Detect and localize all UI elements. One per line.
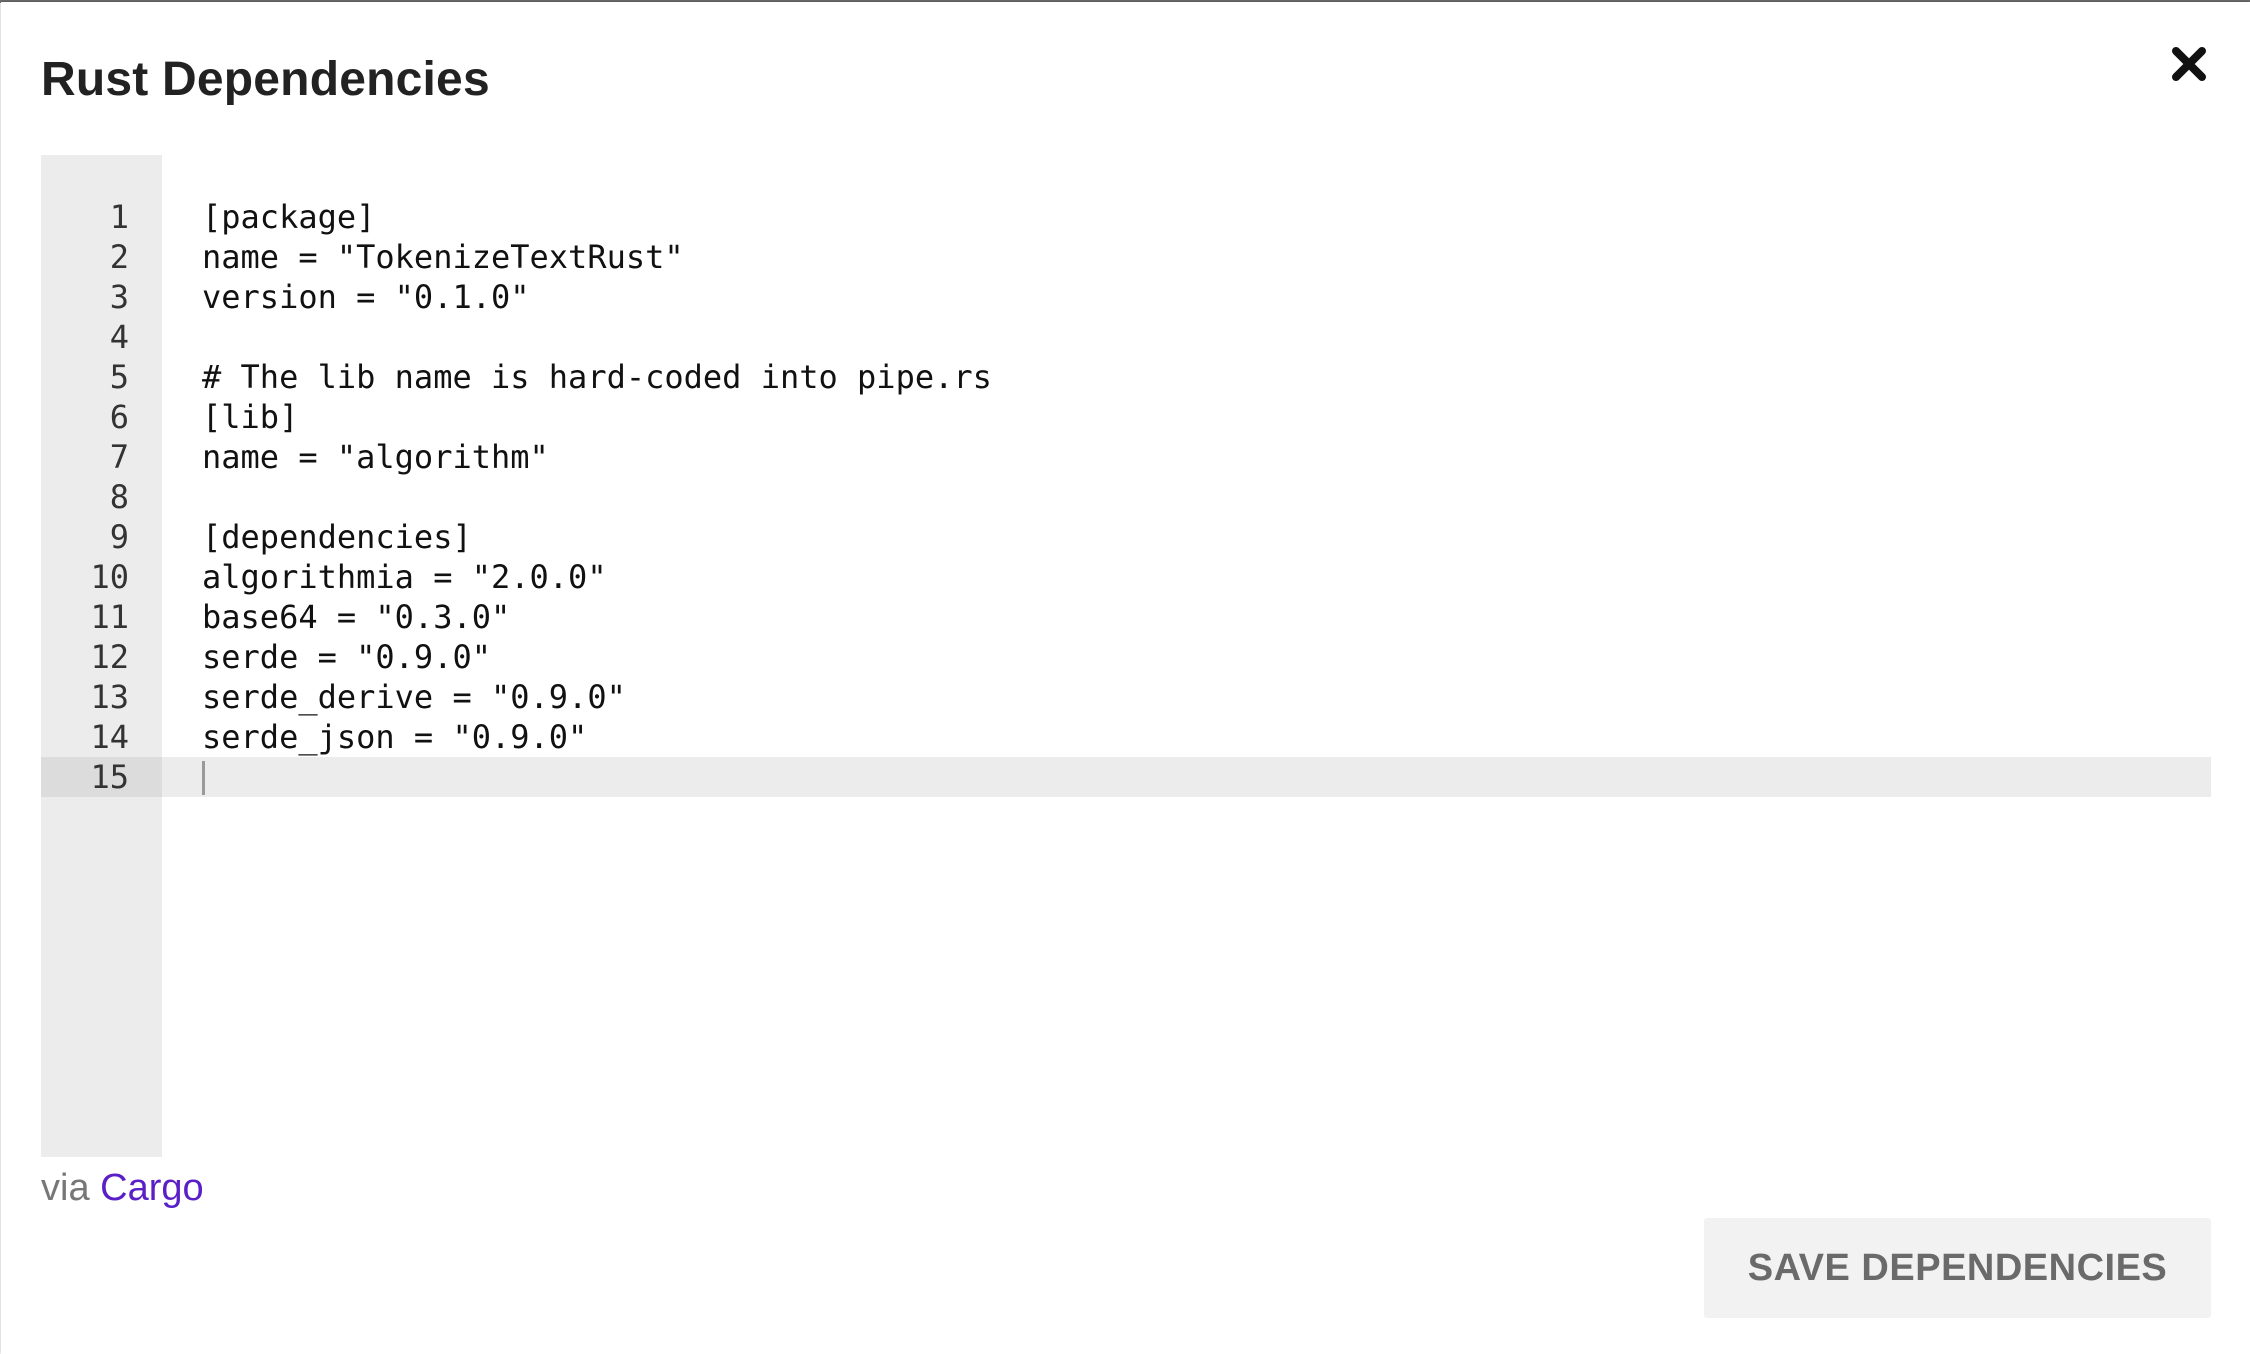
via-text: via Cargo: [41, 1164, 204, 1212]
code-editor[interactable]: 1 2 3 4 5 6 7 8 9 10 11 12 13 14 15 [package] name = "T…: [41, 155, 2211, 1157]
line-number: 1: [109, 198, 129, 236]
line-number: 3: [109, 278, 129, 316]
code-line[interactable]: algorithmia = "2.0.0": [202, 557, 2211, 597]
line-number: 10: [90, 558, 129, 596]
line-number: 14: [90, 718, 129, 756]
code-line[interactable]: [202, 317, 2211, 357]
via-label: via: [41, 1167, 90, 1209]
line-number: 6: [109, 398, 129, 436]
line-number: 5: [109, 358, 129, 396]
code-lines[interactable]: [package] name = "TokenizeTextRust" versio…: [202, 197, 2211, 797]
text-cursor: [202, 761, 205, 795]
line-number: 12: [90, 638, 129, 676]
line-number: 15: [90, 758, 129, 796]
code-line[interactable]: [package]: [202, 197, 2211, 237]
line-numbers: 1 2 3 4 5 6 7 8 9 10 11 12 13 14 15: [41, 197, 129, 797]
code-line[interactable]: version = "0.1.0": [202, 277, 2211, 317]
cargo-link[interactable]: Cargo: [100, 1167, 204, 1209]
code-line[interactable]: [202, 477, 2211, 517]
code-line[interactable]: [202, 757, 2211, 797]
code-line[interactable]: base64 = "0.3.0": [202, 597, 2211, 637]
code-line[interactable]: serde = "0.9.0": [202, 637, 2211, 677]
dialog-title: Rust Dependencies: [41, 53, 490, 106]
line-number: 13: [90, 678, 129, 716]
line-number: 2: [109, 238, 129, 276]
code-line[interactable]: serde_json = "0.9.0": [202, 717, 2211, 757]
code-line[interactable]: # The lib name is hard-coded into pipe.r…: [202, 357, 2211, 397]
line-number: 4: [109, 318, 129, 356]
close-icon: [2172, 47, 2206, 81]
save-dependencies-button[interactable]: SAVE DEPENDENCIES: [1704, 1218, 2211, 1318]
close-button[interactable]: [2167, 42, 2211, 86]
code-line[interactable]: [lib]: [202, 397, 2211, 437]
code-line[interactable]: name = "algorithm": [202, 437, 2211, 477]
code-line[interactable]: name = "TokenizeTextRust": [202, 237, 2211, 277]
line-number: 9: [109, 518, 129, 556]
dependencies-dialog: Rust Dependencies 1 2 3 4 5 6 7 8 9 10 11 12 13 14 15 …: [1, 2, 2250, 1354]
code-line[interactable]: serde_derive = "0.9.0": [202, 677, 2211, 717]
line-number: 7: [109, 438, 129, 476]
line-number: 11: [90, 598, 129, 636]
code-line[interactable]: [dependencies]: [202, 517, 2211, 557]
line-number: 8: [109, 478, 129, 516]
